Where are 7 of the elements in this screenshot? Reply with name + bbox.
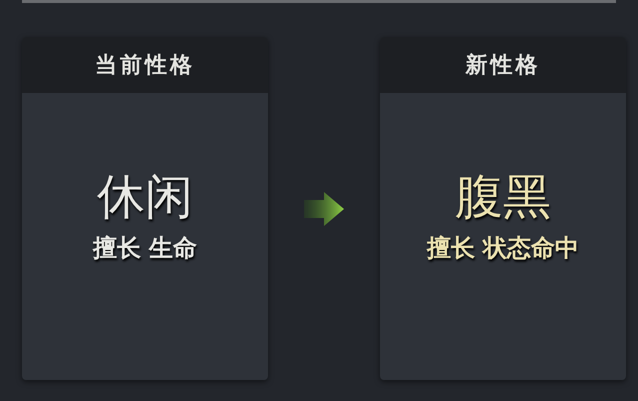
arrow-icon bbox=[302, 190, 346, 228]
card-title: 当前性格 bbox=[95, 51, 195, 80]
personality-name: 休闲 bbox=[97, 171, 193, 224]
personality-name: 腹黑 bbox=[455, 171, 551, 224]
specialty-text: 擅长 状态命中 bbox=[426, 232, 580, 264]
specialty-text: 擅长 生命 bbox=[92, 232, 198, 264]
card-title: 新性格 bbox=[466, 51, 540, 80]
